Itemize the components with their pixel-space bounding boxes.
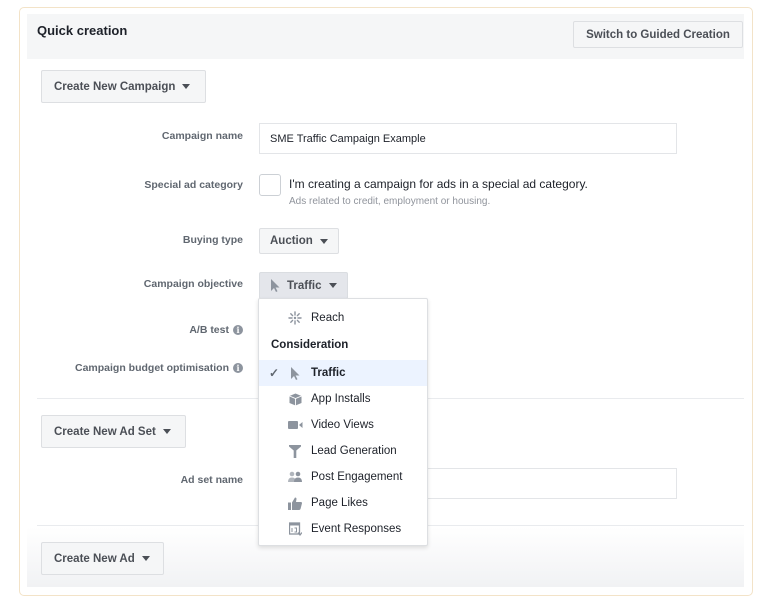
buying-type-label-text: Buying type [182,234,243,246]
campaign-name-label: Campaign name [162,130,243,142]
menu-item-label: Post Engagement [311,471,403,483]
thumbs-up-icon [287,495,303,511]
campaign-objective-label-text: Campaign objective [143,278,243,290]
menu-item-video-views[interactable]: Video Views [259,412,427,438]
switch-to-guided-creation-label: Switch to Guided Creation [586,28,730,41]
cursor-icon [287,365,303,381]
chevron-down-icon [182,84,191,89]
chevron-down-icon [141,556,150,561]
ad-set-name-label-text: Ad set name [180,474,243,486]
ab-test-label: A/B test i [189,324,243,336]
menu-item-label: Reach [311,312,345,324]
campaign-objective-dropdown[interactable]: Traffic [259,272,348,299]
chevron-down-icon [328,283,337,288]
menu-item-label: Page Likes [311,497,368,509]
info-icon[interactable]: i [233,363,243,373]
special-ad-category-subtext: Ads related to credit, employment or hou… [289,196,491,207]
panel-title: Quick creation [37,23,128,38]
campaign-name-label-text: Campaign name [161,130,243,142]
menu-item-page-likes[interactable]: Page Likes [259,490,427,516]
create-new-ad-set-label: Create New Ad Set [54,425,156,438]
special-ad-category-label-text: Special ad category [144,179,243,191]
video-camera-icon [287,417,303,433]
buying-type-dropdown[interactable]: Auction [259,228,339,254]
chevron-down-icon [319,238,328,244]
info-icon[interactable]: i [233,325,243,335]
chevron-down-icon [162,429,171,434]
checkmark-icon: ✓ [269,366,280,380]
menu-item-traffic[interactable]: ✓ Traffic [259,360,427,386]
reach-icon [287,310,303,326]
special-ad-category-label: Special ad category [144,179,243,191]
menu-item-label: Video Views [311,419,374,431]
cursor-icon [271,279,280,292]
box-icon [287,391,303,407]
campaign-objective-value: Traffic [287,279,322,292]
campaign-budget-optimisation-label: Campaign budget optimisation i [75,362,243,374]
campaign-objective-label: Campaign objective [144,278,243,290]
create-new-campaign-button[interactable]: Create New Campaign [41,70,206,103]
menu-item-label: Event Responses [311,523,402,535]
menu-section-heading: Consideration [271,339,349,351]
switch-to-guided-creation-button[interactable]: Switch to Guided Creation [573,21,743,48]
create-new-ad-label: Create New Ad [54,552,135,565]
special-ad-category-text: I'm creating a campaign for ads in a spe… [289,177,588,191]
create-new-ad-set-button[interactable]: Create New Ad Set [41,415,186,448]
campaign-objective-menu: Reach Consideration ✓ Traffic App Instal… [258,298,428,546]
calendar-icon [287,521,303,537]
campaign-name-input[interactable] [259,123,677,154]
campaign-budget-optimisation-label-text: Campaign budget optimisation [75,362,229,374]
menu-item-post-engagement[interactable]: Post Engagement [259,464,427,490]
menu-item-event-responses[interactable]: Event Responses [259,516,427,542]
menu-item-app-installs[interactable]: App Installs [259,386,427,412]
menu-item-label: Lead Generation [311,445,397,457]
special-ad-category-checkbox[interactable] [259,174,281,196]
buying-type-value: Auction [270,235,313,247]
buying-type-label: Buying type [183,234,243,246]
funnel-icon [287,443,303,459]
create-new-ad-button[interactable]: Create New Ad [41,542,164,575]
ab-test-label-text: A/B test [189,324,229,336]
menu-item-label: App Installs [311,393,371,405]
create-new-campaign-label: Create New Campaign [54,80,176,93]
menu-item-reach[interactable]: Reach [259,305,427,331]
ad-set-name-label: Ad set name [181,474,243,486]
menu-item-label: Traffic [311,367,346,379]
people-icon [287,469,303,485]
menu-item-lead-generation[interactable]: Lead Generation [259,438,427,464]
